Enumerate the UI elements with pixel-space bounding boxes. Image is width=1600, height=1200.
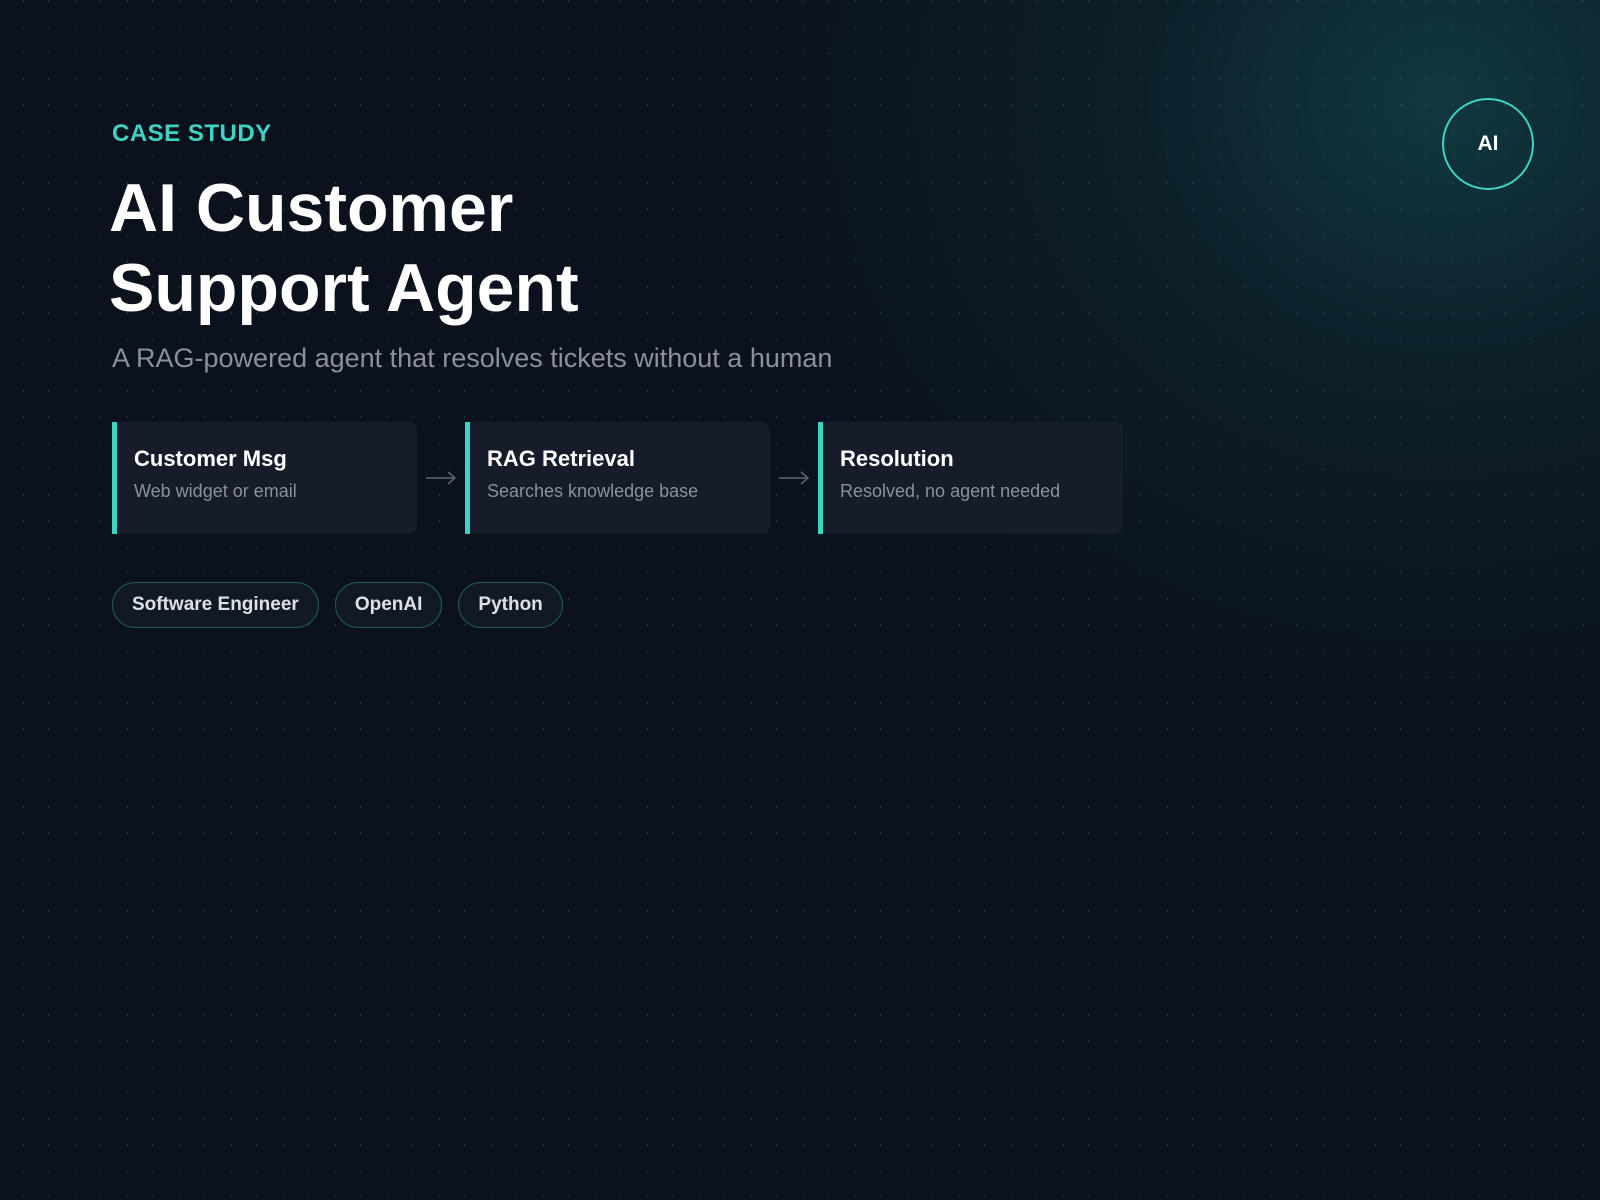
eyebrow-label: CASE STUDY [112, 120, 272, 147]
step-title: RAG Retrieval [487, 446, 635, 472]
pipeline-step-resolution: Resolution Resolved, no agent needed [818, 422, 1123, 535]
pipeline-flow: Customer Msg Web widget or email RAG Ret… [112, 422, 1212, 535]
page-title: AI Customer Support Agent [109, 168, 1212, 328]
title-line-2: Support Agent [109, 250, 579, 326]
arrow-right-icon [417, 471, 465, 485]
step-description: Searches knowledge base [487, 481, 699, 502]
hero-content: CASE STUDY AI Customer Support Agent A R… [109, 120, 1212, 629]
tag-list: Software Engineer OpenAI Python [112, 582, 1212, 629]
arrow-right-icon [770, 471, 818, 485]
tag-python: Python [458, 582, 563, 629]
page-subtitle: A RAG-powered agent that resolves ticket… [112, 343, 833, 373]
pipeline-step-customer-msg: Customer Msg Web widget or email [112, 422, 417, 535]
step-title: Customer Msg [134, 446, 287, 472]
title-line-1: AI Customer [109, 170, 514, 246]
tag-software-engineer: Software Engineer [112, 582, 319, 629]
step-title: Resolution [840, 446, 954, 472]
step-description: Web widget or email [134, 481, 297, 502]
ai-badge-label: AI [1477, 132, 1499, 155]
tag-openai: OpenAI [334, 582, 443, 629]
ai-badge: AI [1442, 98, 1534, 190]
step-description: Resolved, no agent needed [840, 481, 1061, 502]
page: AI CASE STUDY AI Customer Support Agent … [0, 0, 1600, 1200]
pipeline-step-rag-retrieval: RAG Retrieval Searches knowledge base [465, 422, 770, 535]
